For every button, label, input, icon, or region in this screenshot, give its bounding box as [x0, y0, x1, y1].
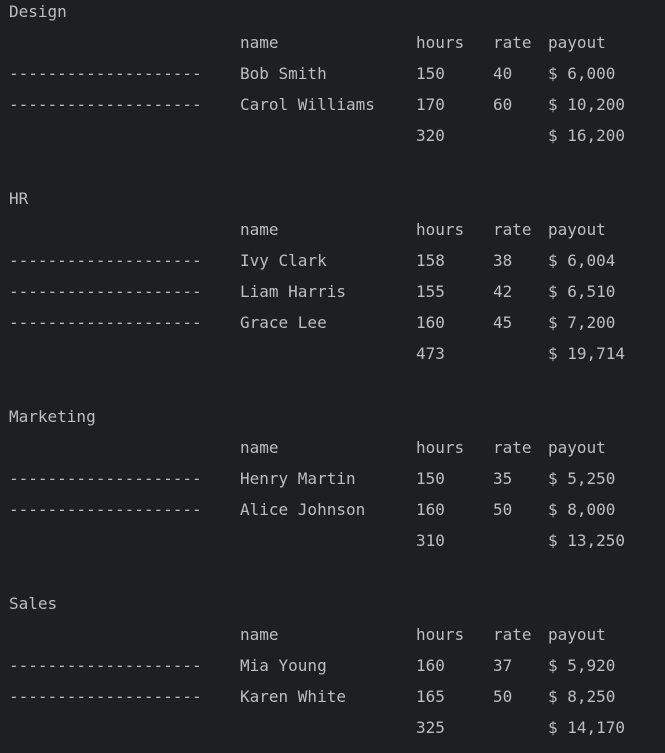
row-hours: 170	[416, 95, 445, 114]
column-header-rate: rate	[493, 438, 532, 457]
row-hours: 150	[416, 469, 445, 488]
column-header-hours: hours	[416, 625, 465, 644]
column-header-payout: payout	[548, 625, 606, 644]
row-rate: 35	[493, 469, 513, 488]
column-header-rate: rate	[493, 33, 532, 52]
group-title: Marketing	[9, 407, 96, 426]
row-rate: 38	[493, 251, 513, 270]
row-payout: $ 5,250	[548, 469, 616, 488]
column-header-payout: payout	[548, 220, 606, 239]
row-rate: 60	[493, 95, 513, 114]
row-dashes: --------------------	[9, 656, 202, 675]
row-hours: 160	[416, 313, 445, 332]
row-name: Bob Smith	[240, 64, 327, 83]
row-name: Karen White	[240, 687, 346, 706]
row-dashes: --------------------	[9, 251, 202, 270]
column-header-hours: hours	[416, 220, 465, 239]
row-dashes: --------------------	[9, 64, 202, 83]
total-payout: $ 16,200	[548, 126, 626, 145]
column-header-rate: rate	[493, 625, 532, 644]
row-payout: $ 8,000	[548, 500, 616, 519]
column-header-rate: rate	[493, 220, 532, 239]
total-hours: 320	[416, 126, 445, 145]
row-rate: 40	[493, 64, 513, 83]
row-hours: 158	[416, 251, 445, 270]
row-hours: 165	[416, 687, 445, 706]
row-rate: 50	[493, 687, 513, 706]
column-header-name: name	[240, 625, 279, 644]
row-name: Mia Young	[240, 656, 327, 675]
total-hours: 325	[416, 718, 445, 737]
row-rate: 45	[493, 313, 513, 332]
column-header-name: name	[240, 438, 279, 457]
row-dashes: --------------------	[9, 313, 202, 332]
row-payout: $ 6,000	[548, 64, 616, 83]
row-hours: 150	[416, 64, 445, 83]
row-rate: 42	[493, 282, 513, 301]
row-name: Liam Harris	[240, 282, 346, 301]
total-payout: $ 19,714	[548, 344, 626, 363]
row-dashes: --------------------	[9, 282, 202, 301]
column-header-hours: hours	[416, 438, 465, 457]
row-name: Carol Williams	[240, 95, 375, 114]
console-output: Design name hours rate payout ---------------…	[0, 0, 665, 753]
row-dashes: --------------------	[9, 687, 202, 706]
row-name: Henry Martin	[240, 469, 356, 488]
row-name: Alice Johnson	[240, 500, 366, 519]
column-header-payout: payout	[548, 438, 606, 457]
total-payout: $ 14,170	[548, 718, 626, 737]
row-dashes: --------------------	[9, 469, 202, 488]
row-rate: 50	[493, 500, 513, 519]
row-payout: $ 8,250	[548, 687, 616, 706]
column-header-payout: payout	[548, 33, 606, 52]
column-header-hours: hours	[416, 33, 465, 52]
row-payout: $ 6,004	[548, 251, 616, 270]
row-name: Ivy Clark	[240, 251, 327, 270]
total-hours: 473	[416, 344, 445, 363]
group-title: Design	[9, 2, 67, 21]
row-rate: 37	[493, 656, 513, 675]
row-hours: 160	[416, 500, 445, 519]
column-header-name: name	[240, 220, 279, 239]
row-payout: $ 6,510	[548, 282, 616, 301]
row-hours: 155	[416, 282, 445, 301]
total-hours: 310	[416, 531, 445, 550]
row-payout: $ 7,200	[548, 313, 616, 332]
row-name: Grace Lee	[240, 313, 327, 332]
row-hours: 160	[416, 656, 445, 675]
column-header-name: name	[240, 33, 279, 52]
group-title: Sales	[9, 594, 58, 613]
total-payout: $ 13,250	[548, 531, 626, 550]
row-dashes: --------------------	[9, 95, 202, 114]
row-payout: $ 5,920	[548, 656, 616, 675]
row-dashes: --------------------	[9, 500, 202, 519]
group-title: HR	[9, 189, 29, 208]
row-payout: $ 10,200	[548, 95, 626, 114]
